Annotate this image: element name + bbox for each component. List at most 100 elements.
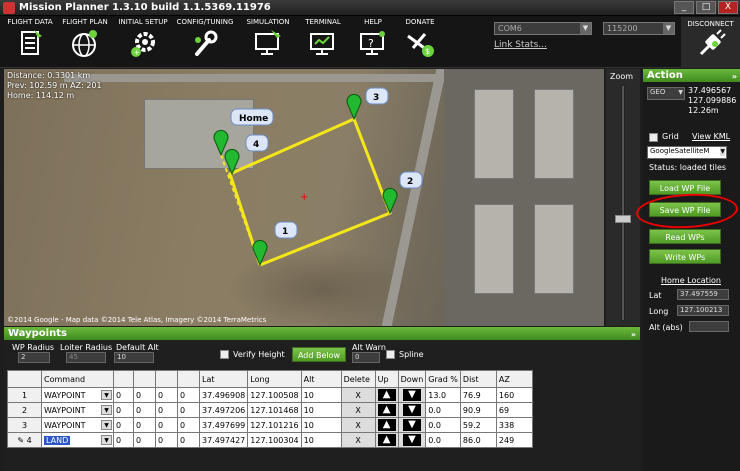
alt-cell[interactable]: 10 bbox=[300, 402, 342, 418]
chevron-down-icon[interactable]: ▼ bbox=[101, 420, 112, 430]
column-header[interactable]: Long bbox=[247, 370, 302, 388]
baud-select[interactable]: 115200 ▼ bbox=[603, 22, 675, 35]
command-cell[interactable]: WAYPOINT ▼ bbox=[41, 387, 114, 403]
param3-cell[interactable]: 0 bbox=[155, 432, 178, 448]
chevron-down-icon[interactable]: ▼ bbox=[101, 405, 112, 415]
param2-cell[interactable]: 0 bbox=[133, 402, 156, 418]
flight-data-button[interactable]: FLIGHT DATA bbox=[4, 18, 56, 66]
delete-button[interactable]: X bbox=[340, 402, 376, 418]
param1-cell[interactable]: 0 bbox=[113, 417, 134, 433]
long-cell[interactable]: 127.100304 bbox=[247, 432, 302, 448]
donate-button[interactable]: DONATE $ bbox=[398, 18, 442, 66]
param4-cell[interactable]: 0 bbox=[177, 417, 200, 433]
minimize-button[interactable]: _ bbox=[674, 1, 694, 14]
delete-button[interactable]: X bbox=[340, 387, 376, 403]
column-header[interactable] bbox=[155, 370, 178, 388]
param4-cell[interactable]: 0 bbox=[177, 387, 200, 403]
chevron-down-icon[interactable]: ▼ bbox=[580, 23, 591, 34]
default-alt-field[interactable]: 10 bbox=[114, 352, 154, 363]
up-button[interactable]: ▲ bbox=[374, 402, 399, 418]
link-stats-link[interactable]: Link Stats... bbox=[494, 40, 547, 50]
command-cell[interactable]: WAYPOINT ▼ bbox=[41, 402, 114, 418]
waypoints-header[interactable]: Waypoints » bbox=[4, 327, 640, 340]
param3-cell[interactable]: 0 bbox=[155, 402, 178, 418]
wp-radius-field[interactable]: 2 bbox=[18, 352, 50, 363]
up-button[interactable]: ▲ bbox=[374, 417, 399, 433]
zoom-slider-thumb[interactable] bbox=[615, 215, 631, 223]
port-select[interactable]: COM6 ▼ bbox=[494, 22, 592, 35]
read-wps-button[interactable]: Read WPs bbox=[649, 229, 721, 244]
grid-checkbox[interactable] bbox=[649, 133, 658, 142]
column-header[interactable] bbox=[133, 370, 156, 388]
param1-cell[interactable]: 0 bbox=[113, 432, 134, 448]
long-cell[interactable]: 127.101468 bbox=[247, 402, 302, 418]
waypoint-marker-3[interactable] bbox=[346, 93, 362, 121]
load-wp-file-button[interactable]: Load WP File bbox=[649, 180, 721, 195]
up-button[interactable]: ▲ bbox=[374, 387, 399, 403]
home-long-field[interactable]: 127.100213 bbox=[677, 305, 729, 316]
column-header[interactable]: Alt bbox=[300, 370, 342, 388]
home-location-link[interactable]: Home Location bbox=[661, 276, 721, 285]
down-button[interactable]: ▼ bbox=[397, 402, 427, 418]
map-type-select[interactable]: GoogleSatelliteM ▼ bbox=[647, 146, 727, 159]
action-header[interactable]: Action » bbox=[643, 69, 740, 82]
param4-cell[interactable]: 0 bbox=[177, 432, 200, 448]
chevron-down-icon[interactable]: ▼ bbox=[720, 147, 725, 156]
column-header[interactable]: Down bbox=[397, 370, 427, 388]
table-row[interactable]: 1 WAYPOINT ▼ 0 0 0 0 37.496908 127.100508… bbox=[7, 387, 533, 403]
long-cell[interactable]: 127.100508 bbox=[247, 387, 302, 403]
waypoint-marker-1[interactable] bbox=[252, 239, 268, 267]
column-header[interactable] bbox=[177, 370, 200, 388]
table-row[interactable]: ✎ 4 LAND ▼ 0 0 0 0 37.497427 127.100304 1… bbox=[7, 432, 533, 448]
collapse-icon[interactable]: » bbox=[732, 70, 737, 83]
waypoint-marker-2[interactable] bbox=[382, 187, 398, 215]
verify-height-checkbox[interactable] bbox=[220, 350, 229, 359]
command-cell[interactable]: WAYPOINT ▼ bbox=[41, 417, 114, 433]
param2-cell[interactable]: 0 bbox=[133, 387, 156, 403]
long-cell[interactable]: 127.101216 bbox=[247, 417, 302, 433]
initial-setup-button[interactable]: INITIAL SETUP + bbox=[114, 18, 172, 66]
alt-cell[interactable]: 10 bbox=[300, 432, 342, 448]
zoom-track[interactable] bbox=[621, 85, 625, 321]
table-row[interactable]: 3 WAYPOINT ▼ 0 0 0 0 37.497699 127.101216… bbox=[7, 417, 533, 433]
disconnect-button[interactable]: DISCONNECT bbox=[681, 17, 740, 68]
loiter-radius-field[interactable]: 45 bbox=[66, 352, 106, 363]
write-wps-button[interactable]: Write WPs bbox=[649, 249, 721, 264]
down-button[interactable]: ▼ bbox=[397, 432, 427, 448]
param1-cell[interactable]: 0 bbox=[113, 387, 134, 403]
lat-cell[interactable]: 37.496908 bbox=[198, 387, 249, 403]
add-below-button[interactable]: Add Below bbox=[292, 347, 346, 362]
help-button[interactable]: HELP ? bbox=[352, 18, 394, 66]
param4-cell[interactable]: 0 bbox=[177, 402, 200, 418]
lat-cell[interactable]: 37.497427 bbox=[198, 432, 249, 448]
maximize-button[interactable]: □ bbox=[696, 1, 716, 14]
command-cell[interactable]: LAND ▼ bbox=[41, 432, 114, 448]
chevron-down-icon[interactable]: ▼ bbox=[101, 390, 112, 400]
alt-cell[interactable]: 10 bbox=[300, 417, 342, 433]
param2-cell[interactable]: 0 bbox=[133, 432, 156, 448]
home-lat-field[interactable]: 37.497559 bbox=[677, 289, 729, 300]
down-button[interactable]: ▼ bbox=[397, 387, 427, 403]
chevron-down-icon[interactable]: ▼ bbox=[101, 435, 112, 445]
alt-cell[interactable]: 10 bbox=[300, 387, 342, 403]
home-marker[interactable] bbox=[213, 129, 229, 157]
spline-checkbox[interactable] bbox=[386, 350, 395, 359]
chevron-down-icon[interactable]: ▼ bbox=[663, 23, 674, 34]
down-button[interactable]: ▼ bbox=[397, 417, 427, 433]
param1-cell[interactable]: 0 bbox=[113, 402, 134, 418]
delete-button[interactable]: X bbox=[340, 417, 376, 433]
lat-cell[interactable]: 37.497206 bbox=[198, 402, 249, 418]
alt-warn-field[interactable]: 0 bbox=[352, 352, 380, 363]
column-header[interactable]: Up bbox=[374, 370, 399, 388]
column-header[interactable] bbox=[113, 370, 134, 388]
column-header[interactable]: AZ bbox=[495, 370, 533, 388]
close-button[interactable]: X bbox=[718, 1, 738, 14]
column-header[interactable]: Grad % bbox=[425, 370, 461, 388]
map-view[interactable]: + Home 1 2 3 4 Distance: 0.3301 km Prev:… bbox=[4, 69, 604, 326]
flight-plan-button[interactable]: FLIGHT PLAN bbox=[58, 18, 112, 66]
home-alt-field[interactable] bbox=[689, 321, 729, 332]
lat-cell[interactable]: 37.497699 bbox=[198, 417, 249, 433]
view-kml-link[interactable]: View KML bbox=[692, 132, 730, 141]
column-header[interactable]: Command bbox=[41, 370, 114, 388]
delete-button[interactable]: X bbox=[340, 432, 376, 448]
